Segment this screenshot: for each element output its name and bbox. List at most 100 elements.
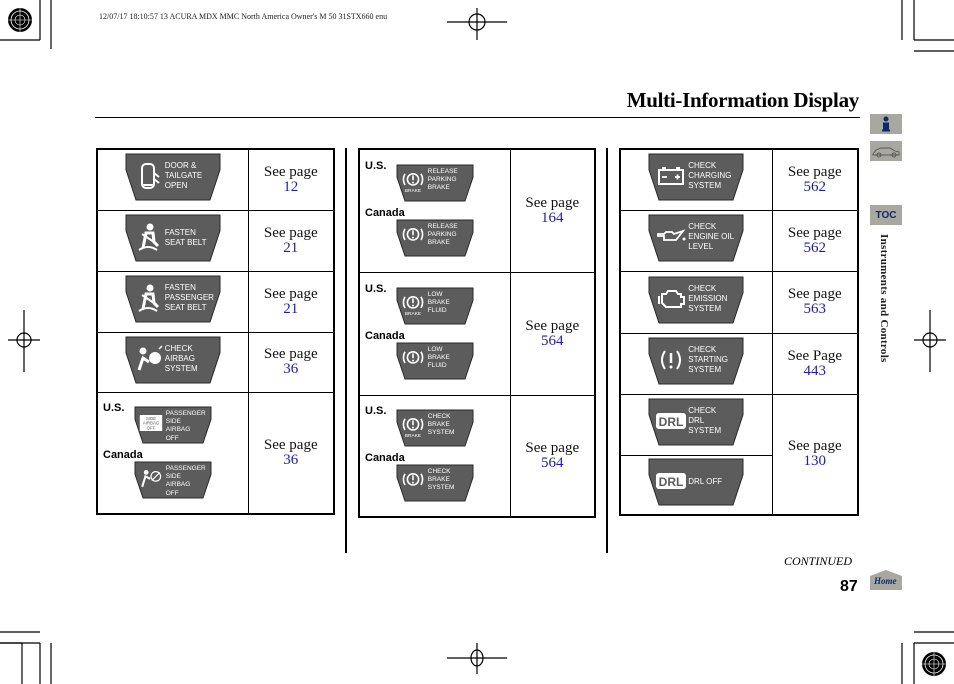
see-page-label: See page xyxy=(525,194,580,211)
message-cell: DRL CHECK DRL SYSTEM xyxy=(619,393,773,456)
page-link[interactable]: 36 xyxy=(249,452,334,468)
message-cell: DOOR & TAILGATE OPEN xyxy=(96,148,249,211)
message-display: FASTEN PASSENGER SEAT BELT xyxy=(125,275,221,323)
column-divider xyxy=(606,148,608,553)
page-link[interactable]: 564 xyxy=(511,455,595,471)
message-cell: U.S. SIDE AIRBAG OFF PASSENGER SIDE AIRBAG OFF C… xyxy=(96,391,249,515)
brake-warning-icon: BRAKE xyxy=(401,414,425,439)
see-page-label: See page xyxy=(787,438,842,455)
oil-can-icon xyxy=(656,222,686,252)
page-reference-cell: See page 36 xyxy=(247,391,335,515)
region-label: Canada xyxy=(365,329,405,342)
message-text: CHECK STARTING SYSTEM xyxy=(688,345,728,374)
table-row: CHECK ENGINE OIL LEVEL See page 562 xyxy=(619,209,859,272)
toc-button[interactable]: TOC xyxy=(870,205,902,225)
page-reference-cell: See page 564 xyxy=(509,394,596,518)
see-page-label: See Page xyxy=(787,347,843,364)
message-display: CHECK AIRBAG SYSTEM xyxy=(125,336,221,384)
seat-belt-icon xyxy=(133,222,163,252)
table-row: U.S. BRAKE LOW BRAKE FLUID Canada LOW BRAKE FLUI… xyxy=(358,271,596,396)
page-link[interactable]: 562 xyxy=(773,179,858,195)
table-row: FASTEN PASSENGER SEAT BELT See page 21 xyxy=(96,270,335,333)
svg-text:BRAKE: BRAKE xyxy=(405,433,421,438)
page-reference-cell: See page 564 xyxy=(509,271,596,396)
table-row: FASTEN SEAT BELT See page 21 xyxy=(96,209,335,272)
message-display: CHECK CHARGING SYSTEM xyxy=(648,153,744,201)
page-title: Multi-Information Display xyxy=(626,88,860,112)
message-text: FASTEN PASSENGER SEAT BELT xyxy=(164,283,214,312)
page-link[interactable]: 12 xyxy=(249,179,334,195)
message-text: CHECK BRAKE SYSTEM xyxy=(427,412,455,437)
table-row: DRL CHECK DRL SYSTEM See page 130 xyxy=(619,393,859,516)
see-page-label: See page xyxy=(787,163,842,180)
registration-target-icon xyxy=(922,652,946,676)
message-text: CHECK CHARGING SYSTEM xyxy=(688,161,732,191)
page-link[interactable]: 130 xyxy=(773,454,858,469)
message-display: SIDE AIRBAG OFF PASSENGER SIDE AIRBAG OFF xyxy=(134,406,212,444)
table-row: CHECK AIRBAG SYSTEM See page 36 xyxy=(96,331,335,393)
message-text: CHECK DRL SYSTEM xyxy=(688,406,722,435)
page-link[interactable]: 164 xyxy=(511,210,595,226)
message-display: DRL CHECK DRL SYSTEM xyxy=(648,398,744,446)
message-text: RELEASE PARKING BRAKE xyxy=(427,167,458,192)
vehicle-button[interactable] xyxy=(870,141,902,161)
message-cell: FASTEN PASSENGER SEAT BELT xyxy=(96,270,249,333)
message-display: DRL DRL OFF xyxy=(648,458,744,506)
home-button[interactable]: Home xyxy=(870,570,902,590)
info-button[interactable] xyxy=(870,114,902,134)
table-row: U.S. SIDE AIRBAG OFF PASSENGER SIDE AIRBAG OFF C… xyxy=(96,391,335,515)
title-divider xyxy=(95,117,860,118)
page-link[interactable]: 562 xyxy=(773,240,858,256)
page-reference-cell: See page 21 xyxy=(247,209,335,272)
message-cell: DRL DRL OFF xyxy=(619,454,773,516)
seat-belt-icon xyxy=(133,283,163,313)
message-cell: CHECK CHARGING SYSTEM xyxy=(619,148,773,211)
passenger-airbag-off-icon xyxy=(139,466,163,490)
brake-warning-icon: BRAKE xyxy=(401,292,425,317)
message-cell: U.S. BRAKE CHECK BRAKE SYSTEM Canada CHECK BRAK… xyxy=(358,394,511,518)
message-text: RELEASE PARKING BRAKE xyxy=(427,222,458,247)
message-display: DOOR & TAILGATE OPEN xyxy=(125,153,221,201)
drl-icon: DRL xyxy=(656,466,687,496)
see-page-label: See page xyxy=(263,285,318,302)
message-cell: CHECK STARTING SYSTEM xyxy=(619,332,773,395)
message-display: LOW BRAKE FLUID xyxy=(396,342,474,380)
svg-text:DRL: DRL xyxy=(659,415,684,429)
message-display: CHECK ENGINE OIL LEVEL xyxy=(648,214,744,262)
starting-system-icon xyxy=(656,345,686,375)
drl-icon: DRL xyxy=(656,406,687,436)
column-divider xyxy=(345,148,347,553)
message-text: CHECK BRAKE SYSTEM xyxy=(427,467,455,492)
svg-text:DRL: DRL xyxy=(659,475,684,489)
page-link[interactable]: 443 xyxy=(773,363,858,379)
page-link[interactable]: 21 xyxy=(249,240,334,256)
page-reference-cell: See page 562 xyxy=(771,148,859,211)
table-row: DOOR & TAILGATE OPEN See page 12 xyxy=(96,148,335,211)
page-link[interactable]: 564 xyxy=(511,333,595,349)
see-page-label: See page xyxy=(525,317,580,334)
message-table: CHECK CHARGING SYSTEM See page 562 CHECK ENGIN… xyxy=(619,148,859,516)
message-text: CHECK AIRBAG SYSTEM xyxy=(164,343,198,373)
message-table: U.S. BRAKE RELEASE PARKING BRAKE Canada RELEAS… xyxy=(358,148,596,518)
message-display: BRAKE RELEASE PARKING BRAKE xyxy=(396,164,474,202)
page-link[interactable]: 563 xyxy=(773,302,858,317)
message-table: DOOR & TAILGATE OPEN See page 12 FASTEN SEAT B… xyxy=(96,148,335,515)
message-display: CHECK STARTING SYSTEM xyxy=(648,337,744,385)
message-cell: CHECK EMISSION SYSTEM xyxy=(619,270,773,334)
message-text: DRL OFF xyxy=(688,477,723,487)
message-text: LOW BRAKE FLUID xyxy=(427,345,450,370)
home-label: Home xyxy=(874,576,897,586)
table-row: U.S. BRAKE RELEASE PARKING BRAKE Canada RELEAS… xyxy=(358,148,596,273)
page-link[interactable]: 21 xyxy=(249,301,334,317)
see-page-label: See page xyxy=(787,286,842,302)
message-cell: CHECK AIRBAG SYSTEM xyxy=(96,331,249,393)
info-icon xyxy=(882,116,890,132)
see-page-label: See page xyxy=(263,163,318,180)
message-display: PASSENGER SIDE AIRBAG OFF xyxy=(134,461,212,499)
battery-icon xyxy=(656,161,686,191)
see-page-label: See page xyxy=(263,436,318,453)
page-reference-cell: See page 12 xyxy=(247,148,335,211)
page-link[interactable]: 36 xyxy=(249,362,334,377)
message-text: FASTEN SEAT BELT xyxy=(164,228,207,247)
page-reference-cell: See Page 443 xyxy=(771,332,859,395)
